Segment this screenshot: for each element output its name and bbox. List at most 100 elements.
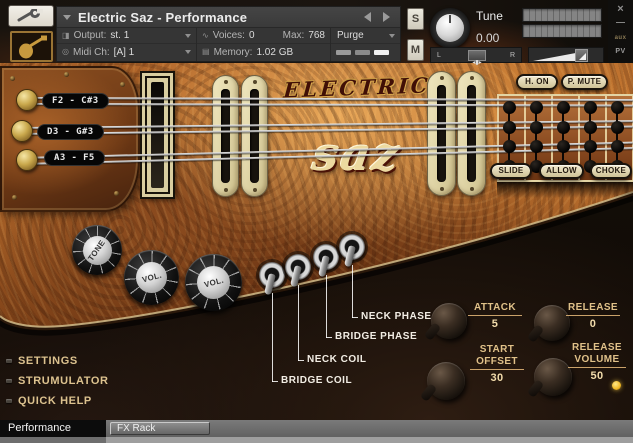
pan-handle[interactable] [468,50,486,61]
palm-mute-button[interactable]: P. MUTE [561,74,608,90]
voices-label: Voices: [212,30,245,41]
volume-handle[interactable] [575,49,588,62]
bridge-phase-switch[interactable] [313,244,339,278]
neck-coil-switch[interactable] [285,254,311,288]
string-range-button[interactable]: F2 - C#3 [42,93,109,109]
volume-wedge [533,52,577,61]
menu-label: STRUMULATOR [18,375,109,387]
label-rule [568,367,626,368]
tune-knob[interactable] [430,8,470,48]
tone-knob[interactable]: TONE [72,225,122,275]
switch-label: NECK PHASE [361,311,432,322]
pan-slider[interactable]: L R [430,47,522,63]
label-rule [566,315,620,316]
attack-value: 5 [491,318,499,330]
memory-icon: ▤ [202,47,210,56]
strumulator-menu-item[interactable]: STRUMULATOR [6,375,109,387]
midi-label: Midi Ch: [72,46,110,58]
attack-label: ATTACK 5 [466,302,524,330]
bottom-tab-bar: FX Rack Performance [0,420,633,443]
pan-left-label: L [437,52,441,59]
output-label: Output: [73,30,107,41]
output-icon: ◨ [62,30,70,40]
string-range-button[interactable]: D3 - G#3 [37,124,104,140]
purge-meter-segments [331,44,400,60]
next-instrument-icon[interactable] [383,12,390,22]
neck-pickup-coil [212,75,239,197]
header-grid: ◨ Output: st. 1 ◎ Midi Ch: [A] 1 ∿ Voice… [57,28,400,61]
callout-line [298,285,304,361]
release-volume-led [612,381,621,390]
start-offset-label: START OFFSET 30 [468,344,526,384]
prev-instrument-icon[interactable] [364,12,371,22]
attack-knob[interactable] [431,303,467,339]
memory-value: 1.02 GB [256,46,294,58]
tab-performance[interactable]: Performance [0,420,106,437]
title-row: Electric Saz - Performance [57,7,400,28]
allow-button[interactable]: ALLOW [539,163,584,179]
level-meter-right [522,24,602,38]
bridge-coil-switch[interactable] [259,262,285,296]
level-meter-left [522,8,602,22]
tone-knob-cap: TONE [82,235,112,265]
callout-line [326,275,332,338]
tune-value: 0.00 [476,31,500,45]
tab-fx-rack[interactable]: FX Rack [110,422,210,435]
output-value: st. 1 [110,30,130,41]
max-label: Max: [282,30,305,41]
collapse-caret-icon[interactable] [63,14,71,20]
instrument-header-bar: Electric Saz - Performance ◨ Output: st.… [0,0,633,63]
fret-marker-chain [583,101,597,173]
instrument-header-panel: Electric Saz - Performance ◨ Output: st.… [56,6,401,62]
menu-label: SETTINGS [18,355,78,367]
voices-icon: ∿ [202,30,209,40]
mute-button[interactable]: M [407,39,424,61]
quick-help-menu-item[interactable]: QUICK HELP [6,395,92,407]
fret-marker-chain [529,101,543,173]
dropdown-caret-icon [185,50,191,54]
tuning-peg [16,89,38,111]
window-button-column: × — aux PV [608,0,633,63]
choke-button[interactable]: CHOKE [590,163,632,179]
wrench-icon [17,9,43,22]
memory-label: Memory: [213,46,253,58]
close-button[interactable]: × [608,3,633,15]
minimize-button[interactable]: — [608,17,633,27]
output-select[interactable]: ◨ Output: st. 1 [57,28,196,44]
switch-label: NECK COIL [307,354,367,365]
neck-shadow [497,182,633,198]
midi-channel-select[interactable]: ◎ Midi Ch: [A] 1 [57,44,196,60]
tune-label: Tune [476,9,503,23]
solo-button[interactable]: S [407,8,424,30]
menu-bullet-icon [6,359,12,363]
purge-menu[interactable]: Purge [331,28,400,44]
neck-phase-switch[interactable] [339,234,365,268]
volume-knob-bridge[interactable]: VOL. [185,254,242,311]
start-offset-knob[interactable] [427,362,465,400]
purge-label: Purge [337,30,364,41]
neck-pickup-coil [241,75,268,197]
saz-lute-icon [18,35,47,58]
callout-line [352,265,358,318]
hammer-on-button[interactable]: H. ON [516,74,558,90]
voices-value: 0 [248,30,255,41]
release-volume-label: RELEASE VOLUME 50 [566,342,628,382]
start-offset-value: 30 [490,372,504,384]
settings-menu-item[interactable]: SETTINGS [6,355,78,367]
label-rule [468,315,522,316]
pv-toggle[interactable]: PV [608,48,633,55]
voices-row: ∿ Voices: 0 Max: 768 [197,28,330,44]
midi-icon: ◎ [62,47,69,56]
string-range-button[interactable]: A3 - F5 [44,150,105,166]
instrument-title: Electric Saz - Performance [78,9,248,25]
wrench-button[interactable] [8,5,54,27]
aux-toggle[interactable]: aux [608,35,633,41]
volume-knob-neck[interactable]: VOL. [124,250,179,305]
tab-strip: FX Rack [106,420,633,437]
volume-slider[interactable] [528,47,604,63]
slide-button[interactable]: SLIDE [490,163,532,179]
pan-right-label: R [509,52,515,59]
callout-line [272,293,278,382]
menu-label: QUICK HELP [18,395,92,407]
tune-knob-cap [436,14,464,42]
